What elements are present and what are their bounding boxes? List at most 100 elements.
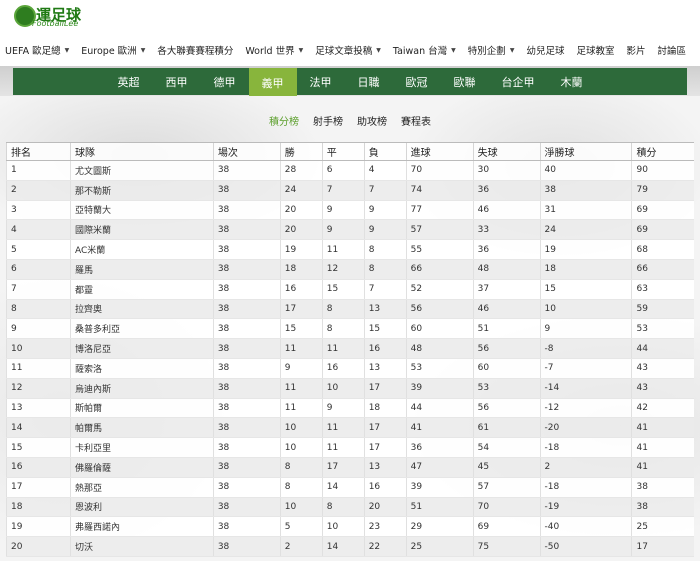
table-cell: 23: [363, 516, 407, 538]
table-cell: 38: [212, 338, 281, 359]
table-cell: 17: [631, 536, 694, 557]
table-cell: 61: [472, 417, 541, 439]
table-cell: 10: [321, 516, 365, 538]
nav-item[interactable]: 足球文章投稿 ▼: [309, 43, 387, 57]
table-row: 2 那不勒斯 38 24 7 7 74 36 38 79: [6, 180, 694, 201]
column-header: 積分: [631, 142, 694, 161]
table-cell: 15: [539, 279, 632, 300]
table-cell: 8: [363, 239, 407, 260]
league-tab[interactable]: 法甲: [297, 68, 345, 95]
standings-table: 排名 球隊 場次勝平負進球 失球 淨勝球 積分 1 尤文圖斯 38 28 6 4 70 30 40 90 2 那…: [6, 142, 694, 557]
table-cell: 16: [6, 457, 71, 478]
table-row: 3 亞特蘭大 38 20 9 9 77 46 31 69: [6, 200, 694, 221]
table-cell: 38: [212, 299, 281, 320]
subtab[interactable]: 射手榜: [311, 113, 345, 131]
team-name-cell: 恩波利: [69, 497, 214, 518]
nav-item[interactable]: Europe 歐洲 ▼: [75, 43, 151, 57]
nav-item[interactable]: 影片: [620, 43, 651, 57]
nav-item[interactable]: 討論區: [651, 43, 692, 57]
stats-subtabs: 積分榜 射手榜 助攻榜 賽程表: [0, 113, 700, 131]
table-cell: 13: [363, 299, 407, 320]
table-row: 17 熱那亞 38 8 14 16 39 57 -18 38: [6, 477, 694, 498]
table-cell: 56: [405, 299, 474, 320]
league-tab[interactable]: 英超: [105, 68, 153, 95]
nav-item[interactable]: 各大聯賽賽程積分: [151, 43, 239, 57]
table-cell: 9: [321, 219, 365, 241]
table-cell: 38: [212, 318, 281, 340]
table-cell: 16: [321, 358, 365, 379]
league-tab[interactable]: 德甲: [201, 68, 249, 95]
caret-down-icon: ▼: [509, 46, 515, 54]
table-cell: 19: [539, 239, 632, 260]
table-cell: 38: [212, 398, 281, 419]
table-cell: 38: [212, 200, 281, 221]
table-cell: 69: [631, 200, 694, 221]
table-cell: 7: [363, 279, 407, 300]
nav-item[interactable]: Taiwan 台灣 ▼: [387, 43, 462, 57]
nav-item-label: UEFA 歐足總: [5, 46, 61, 57]
subtab[interactable]: 積分榜: [267, 113, 301, 131]
table-cell: -18: [539, 437, 632, 458]
table-header-row: 排名 球隊 場次勝平負進球 失球 淨勝球 積分: [6, 142, 694, 161]
table-cell: 70: [472, 497, 541, 518]
table-cell: 12: [6, 378, 71, 399]
column-header: 球隊: [69, 142, 214, 161]
table-cell: 41: [405, 417, 474, 439]
table-cell: 9: [321, 398, 365, 419]
nav-item[interactable]: World 世界 ▼: [239, 43, 309, 57]
team-name-cell: 桑普多利亞: [69, 318, 214, 340]
league-tab[interactable]: 歐聯: [441, 68, 489, 95]
team-name-cell: 薩索洛: [69, 358, 214, 379]
table-cell: 4: [6, 219, 71, 241]
nav-item[interactable]: 幼兒足球: [520, 43, 570, 57]
table-cell: 9: [279, 358, 323, 379]
table-cell: 47: [405, 457, 474, 478]
table-cell: 13: [363, 457, 407, 478]
table-cell: 10: [321, 378, 365, 399]
table-cell: 63: [631, 279, 694, 300]
site-header: 運足球 FootballLee UEFA 歐足總 ▼ Europe 歐洲 ▼ 各大聯賽賽…: [0, 0, 700, 66]
nav-item-label: 特別企劃: [467, 46, 506, 57]
table-row: 18 恩波利 38 10 8 20 51 70 -19 38: [6, 497, 694, 518]
team-name-cell: 國際米蘭: [69, 219, 214, 241]
table-cell: 9: [539, 318, 632, 340]
table-cell: 33: [472, 219, 541, 241]
table-row: 13 斯帕爾 38 11 9 18 44 56 -12 42: [6, 398, 694, 419]
table-cell: 11: [321, 338, 365, 359]
table-cell: 43: [631, 378, 694, 399]
league-tab[interactable]: 台企甲: [489, 68, 548, 95]
caret-down-icon: ▼: [140, 46, 146, 54]
table-cell: -12: [539, 398, 632, 419]
league-tab[interactable]: 木蘭: [548, 68, 596, 95]
table-cell: 46: [472, 200, 541, 221]
table-cell: 55: [405, 239, 474, 260]
league-tab[interactable]: 義甲: [248, 68, 297, 99]
table-row: 8 拉齊奧 38 17 8 13 56 46 10 59: [6, 299, 694, 320]
site-logo[interactable]: 運足球 FootballLee: [14, 4, 84, 30]
league-tab[interactable]: 歐冠: [393, 68, 441, 95]
nav-item[interactable]: 特別企劃 ▼: [462, 43, 521, 57]
nav-item[interactable]: 足球教室: [570, 43, 620, 57]
table-row: 9 桑普多利亞 38 15 8 15 60 51 9 53: [6, 318, 694, 340]
subtab[interactable]: 賽程表: [399, 113, 433, 131]
subtab[interactable]: 助攻榜: [355, 113, 389, 131]
nav-item-label: 足球教室: [576, 46, 615, 57]
table-cell: 17: [321, 457, 365, 478]
table-cell: 39: [405, 477, 474, 498]
table-cell: 15: [6, 437, 71, 458]
team-name-cell: 拉齊奧: [69, 299, 214, 320]
table-cell: -14: [539, 378, 632, 399]
league-tab[interactable]: 日職: [345, 68, 393, 95]
nav-item[interactable]: UEFA 歐足總 ▼: [0, 43, 75, 57]
table-cell: 15: [363, 318, 407, 340]
table-cell: 18: [6, 497, 71, 518]
table-cell: 41: [631, 417, 694, 439]
column-header: 失球: [472, 142, 541, 161]
team-name-cell: 斯帕爾: [69, 398, 214, 419]
table-cell: 10: [279, 417, 323, 439]
table-cell: 24: [279, 180, 323, 201]
table-cell: 38: [212, 417, 281, 439]
nav-item-label: 幼兒足球: [526, 46, 565, 57]
team-name-cell: 都靈: [69, 279, 214, 300]
league-tab[interactable]: 西甲: [153, 68, 201, 95]
